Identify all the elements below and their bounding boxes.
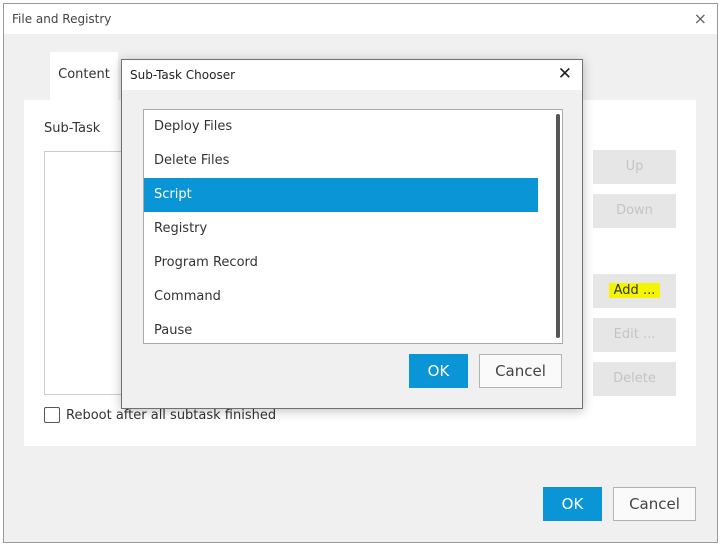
add-button[interactable]: Add ... [593,274,676,308]
reboot-checkbox-label: Reboot after all subtask finished [66,407,277,423]
chooser-close-icon[interactable]: ✕ [558,64,572,84]
list-item-delete-files[interactable]: Delete Files [144,144,538,178]
delete-button[interactable]: Delete [593,362,676,396]
cancel-button[interactable]: Cancel [613,487,696,521]
window-titlebar: File and Registry × [4,4,717,34]
add-button-label: Add ... [608,283,661,298]
edit-button[interactable]: Edit ... [593,318,676,352]
up-button[interactable]: Up [593,150,676,184]
window-title: File and Registry [12,12,112,26]
chooser-cancel-button[interactable]: Cancel [479,354,562,388]
tab-content[interactable]: Content [50,52,118,100]
list-item-pause[interactable]: Pause [144,314,538,343]
list-item-script[interactable]: Script [144,178,538,212]
list-item-program-record[interactable]: Program Record [144,246,538,280]
down-button[interactable]: Down [593,194,676,228]
list-item-registry[interactable]: Registry [144,212,538,246]
chooser-ok-button[interactable]: OK [409,354,468,388]
reboot-checkbox[interactable] [44,407,60,423]
list-item-deploy-files[interactable]: Deploy Files [144,110,538,144]
ok-button[interactable]: OK [543,487,602,521]
reboot-checkbox-row[interactable]: Reboot after all subtask finished [44,407,276,423]
window-close-icon[interactable]: × [694,9,707,28]
subtask-chooser-dialog: Sub-Task Chooser ✕ Deploy Files Delete F… [121,59,583,409]
chooser-title: Sub-Task Chooser [130,68,236,82]
list-item-command[interactable]: Command [144,280,538,314]
list-scrollbar[interactable] [556,114,560,338]
subtask-label: Sub-Task [44,121,101,136]
chooser-titlebar: Sub-Task Chooser ✕ [122,60,582,90]
subtask-type-list[interactable]: Deploy Files Delete Files Script Registr… [143,109,563,344]
